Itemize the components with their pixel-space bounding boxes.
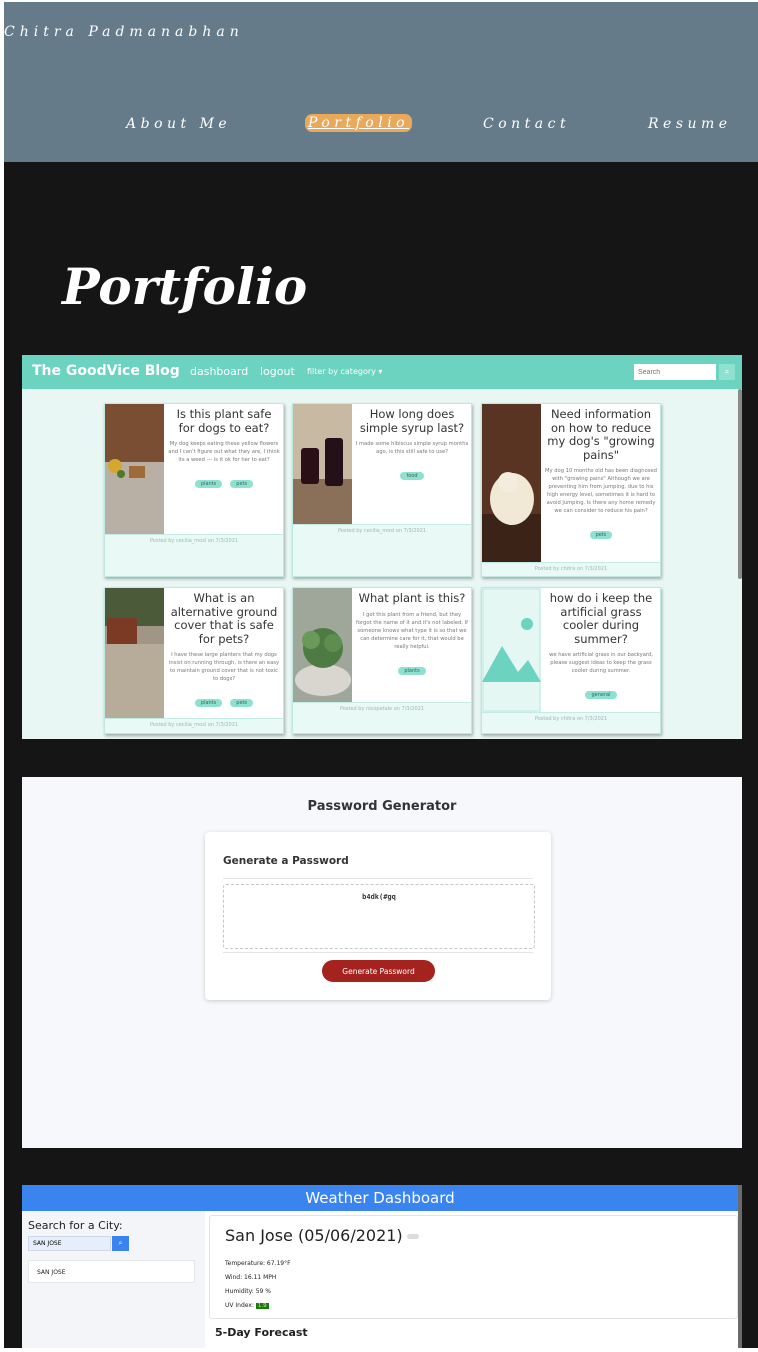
nav-about-me[interactable]: About Me — [126, 116, 231, 132]
pwd-output-box: b4dk(#gq — [223, 884, 535, 949]
post-title: Need information on how to reduce my dog… — [547, 407, 655, 462]
blog-filter-dropdown: filter by category ▾ — [307, 367, 383, 376]
pwd-card: Generate a Password b4dk(#gq Generate Pa… — [205, 832, 551, 1000]
site-brand[interactable]: Chitra Padmanabhan — [4, 24, 244, 40]
wx-city-input — [28, 1236, 111, 1251]
blog-brand: The GoodVice Blog — [32, 363, 180, 379]
blog-post-card: Need information on how to reduce my dog… — [481, 403, 661, 577]
pwd-card-title: Generate a Password — [223, 855, 349, 867]
wx-search-title: Search for a City: — [28, 1219, 123, 1232]
divider — [223, 878, 533, 879]
blog-post-card: What plant is this? I got this plant fro… — [292, 587, 472, 734]
wx-app-title: Weather Dashboard — [22, 1185, 738, 1211]
wx-humidity: Humidity: 59 % — [225, 1288, 271, 1295]
post-title: how do i keep the artificial grass coole… — [549, 591, 653, 646]
blog-post-card: What is an alternative ground cover that… — [104, 587, 284, 734]
blog-search-input — [634, 364, 716, 380]
search-icon: ⌕ — [112, 1236, 129, 1251]
post-meta: Posted by cecilia_mosl on 7/3/2021 — [149, 538, 239, 544]
blog-post-card: how do i keep the artificial grass coole… — [481, 587, 661, 734]
post-text: My dog 10 months old has been diagnosed … — [545, 468, 657, 514]
blog-navbar: The GoodVice Blog dashboard logout filte… — [22, 355, 742, 389]
wx-search-panel: Search for a City: ⌕ SAN JOSE — [22, 1211, 205, 1348]
site-header: Chitra Padmanabhan About Me Portfolio Co… — [4, 2, 758, 162]
wx-wind: Wind: 16.11 MPH — [225, 1274, 277, 1281]
search-icon: ⌕ — [719, 364, 735, 380]
post-tag: pets — [589, 531, 613, 539]
post-meta: Posted by chitra on 7/3/2021 — [534, 716, 608, 722]
wx-forecast-title: 5-Day Forecast — [215, 1326, 308, 1339]
post-meta: Posted by cecilia_mosl on 7/3/2021 — [149, 722, 239, 728]
post-tag: plants — [194, 699, 223, 707]
wx-uv-label: UV Index: — [225, 1302, 254, 1309]
page-title: Portfolio — [62, 257, 308, 316]
image-placeholder-icon — [482, 588, 541, 712]
post-title: How long does simple syrup last? — [359, 407, 465, 435]
post-text: I made some hibiscus simple syrup months… — [355, 441, 469, 455]
post-text: we have artificial grass in our backyard… — [549, 652, 653, 674]
post-meta: Posted by cecilia_mosl on 7/3/2021 — [337, 528, 427, 534]
wx-scrollbar — [738, 1185, 742, 1348]
blog-logout-link: logout — [260, 365, 295, 378]
post-tag: food — [400, 472, 424, 480]
post-meta: Posted by chitra on 7/3/2021 — [534, 566, 608, 572]
wx-uv-row: UV Index: 1.9 — [225, 1302, 269, 1309]
blog-scrollbar — [738, 389, 742, 579]
post-tag: plants — [398, 666, 426, 675]
syrup-jars-photo — [293, 404, 352, 524]
nav-resume[interactable]: Resume — [648, 116, 732, 132]
wx-temperature: Temperature: 67.19°F — [225, 1260, 291, 1267]
wx-city-line: San Jose (05/06/2021) — [225, 1226, 419, 1245]
post-title: What plant is this? — [358, 591, 466, 605]
blog-dashboard-link: dashboard — [190, 365, 249, 378]
wx-current-weather: San Jose (05/06/2021) Temperature: 67.19… — [209, 1215, 738, 1319]
post-tag: pets — [230, 480, 254, 488]
post-text: I have these large planters that my dogs… — [168, 652, 280, 682]
blog-post-card: Is this plant safe for dogs to eat? My d… — [104, 403, 284, 577]
project-screenshot-weather-dashboard[interactable]: Weather Dashboard Search for a City: ⌕ S… — [22, 1185, 742, 1348]
nav-portfolio[interactable]: Portfolio — [305, 114, 413, 132]
post-tag: general — [585, 691, 617, 699]
post-meta: Posted by nicopetale on 7/3/2021 — [340, 706, 424, 712]
dog-lying-photo — [482, 404, 541, 562]
wx-city-date: San Jose (05/06/2021) — [225, 1226, 403, 1245]
succulent-plant-photo — [293, 588, 352, 702]
pwd-app-title: Password Generator — [307, 799, 457, 814]
planters-gravel-photo — [105, 588, 164, 718]
wx-history-item: SAN JOSE — [28, 1260, 195, 1283]
pwd-value: b4dk(#gq — [362, 893, 396, 901]
portfolio-page: Chitra Padmanabhan About Me Portfolio Co… — [4, 2, 758, 1348]
generate-password-button: Generate Password — [322, 960, 435, 982]
divider — [223, 952, 533, 953]
post-text: I got this plant from a friend, but they… — [356, 611, 468, 650]
dog-in-yard-photo — [105, 404, 164, 534]
project-screenshot-goodvice-blog[interactable]: The GoodVice Blog dashboard logout filte… — [22, 355, 742, 739]
blog-post-card: How long does simple syrup last? I made … — [292, 403, 472, 577]
post-title: Is this plant safe for dogs to eat? — [176, 407, 272, 435]
post-title: What is an alternative ground cover that… — [170, 591, 278, 646]
project-screenshot-password-generator[interactable]: Password Generator Generate a Password b… — [22, 777, 742, 1148]
post-text: My dog keeps eating these yellow flowers… — [168, 441, 280, 463]
post-tag: pets — [230, 699, 254, 707]
post-tag: plants — [194, 480, 223, 488]
wx-uv-badge: 1.9 — [255, 1303, 269, 1309]
nav-contact[interactable]: Contact — [483, 116, 570, 132]
cloud-icon — [406, 1234, 419, 1239]
